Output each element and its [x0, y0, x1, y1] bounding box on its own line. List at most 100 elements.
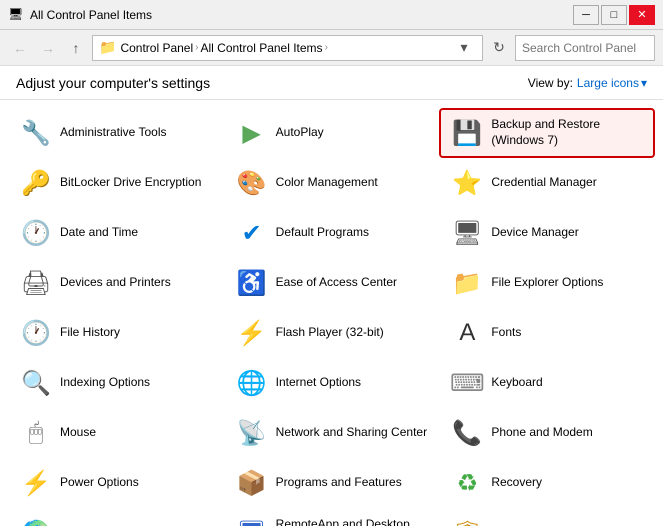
mouse-icon: 🖱: [20, 417, 52, 449]
view-by-value[interactable]: Large icons ▾: [577, 76, 647, 90]
control-item-file-history[interactable]: 🕐File History: [8, 308, 224, 358]
network-sharing-label: Network and Sharing Center: [276, 425, 427, 441]
date-time-label: Date and Time: [60, 225, 138, 241]
control-item-security-maintenance[interactable]: 🛡Security and Maintenance: [439, 508, 655, 526]
control-item-fonts[interactable]: A Fonts: [439, 308, 655, 358]
control-item-bitlocker[interactable]: 🔑BitLocker Drive Encryption: [8, 158, 224, 208]
control-item-credential-manager[interactable]: ⭐Credential Manager: [439, 158, 655, 208]
device-manager-icon: 🖥: [451, 217, 483, 249]
default-programs-label: Default Programs: [276, 225, 369, 241]
backup-restore-icon: 💾: [451, 117, 483, 149]
flash-player-icon: ⚡: [236, 317, 268, 349]
device-manager-label: Device Manager: [491, 225, 578, 241]
control-item-indexing-options[interactable]: 🔍Indexing Options: [8, 358, 224, 408]
header-bar: Adjust your computer's settings View by:…: [0, 66, 663, 100]
back-button[interactable]: ←: [8, 36, 32, 60]
keyboard-icon: ⌨: [451, 367, 483, 399]
phone-modem-label: Phone and Modem: [491, 425, 592, 441]
autoplay-icon: ▶: [236, 117, 268, 149]
fonts-icon: A: [451, 317, 483, 349]
breadcrumb-item-all-control-panel[interactable]: All Control Panel Items: [201, 41, 323, 55]
control-item-backup-restore[interactable]: 💾 Backup and Restore (Windows 7): [439, 108, 655, 158]
power-options-icon: ⚡: [20, 467, 52, 499]
folder-icon: 📁: [99, 39, 116, 56]
control-item-file-explorer-options[interactable]: 📁 File Explorer Options: [439, 258, 655, 308]
autoplay-label: AutoPlay: [276, 125, 324, 141]
refresh-button[interactable]: ↻: [487, 36, 511, 60]
control-item-internet-options[interactable]: 🌐 Internet Options: [224, 358, 440, 408]
page-title: Adjust your computer's settings: [16, 75, 210, 91]
window-title: All Control Panel Items: [30, 8, 152, 22]
programs-features-icon: 📦: [236, 467, 268, 499]
breadcrumb-sep-1: ›: [195, 42, 198, 53]
control-item-remoteapp[interactable]: 🖥 RemoteApp and Desktop Connections: [224, 508, 440, 526]
bitlocker-label: BitLocker Drive Encryption: [60, 175, 201, 191]
control-item-recovery[interactable]: ♻Recovery: [439, 458, 655, 508]
keyboard-label: Keyboard: [491, 375, 542, 391]
administrative-tools-label: Administrative Tools: [60, 125, 167, 141]
fonts-label: Fonts: [491, 325, 521, 341]
maximize-button[interactable]: □: [601, 5, 627, 25]
backup-restore-label: Backup and Restore (Windows 7): [491, 117, 600, 148]
programs-features-label: Programs and Features: [276, 475, 402, 491]
default-programs-icon: ✔: [236, 217, 268, 249]
date-time-icon: 🕐: [20, 217, 52, 249]
remoteapp-icon: 🖥: [236, 517, 268, 526]
remoteapp-label: RemoteApp and Desktop Connections: [276, 517, 428, 526]
control-item-programs-features[interactable]: 📦 Programs and Features: [224, 458, 440, 508]
phone-modem-icon: 📞: [451, 417, 483, 449]
control-item-phone-modem[interactable]: 📞 Phone and Modem: [439, 408, 655, 458]
address-bar[interactable]: 📁 Control Panel › All Control Panel Item…: [92, 35, 483, 61]
control-item-devices-printers[interactable]: 🖨 Devices and Printers: [8, 258, 224, 308]
control-item-region[interactable]: 🌍Region: [8, 508, 224, 526]
search-box[interactable]: 🔍: [515, 35, 655, 61]
control-panel-grid: 🔧 Administrative Tools ▶ AutoPlay 💾 Backup an…: [0, 100, 663, 526]
internet-options-label: Internet Options: [276, 375, 361, 391]
close-button[interactable]: ✕: [629, 5, 655, 25]
breadcrumb: Control Panel › All Control Panel Items …: [120, 41, 327, 55]
devices-printers-label: Devices and Printers: [60, 275, 171, 291]
view-by-label: View by:: [528, 76, 573, 90]
control-item-keyboard[interactable]: ⌨ Keyboard: [439, 358, 655, 408]
control-item-flash-player[interactable]: ⚡Flash Player (32-bit): [224, 308, 440, 358]
main-panel: 🔧 Administrative Tools ▶ AutoPlay 💾 Backup an…: [0, 100, 663, 526]
administrative-tools-icon: 🔧: [20, 117, 52, 149]
breadcrumb-sep-2: ›: [325, 42, 328, 53]
control-item-color-management[interactable]: 🎨 Color Management: [224, 158, 440, 208]
region-icon: 🌍: [20, 517, 52, 526]
network-sharing-icon: 📡: [236, 417, 268, 449]
control-item-default-programs[interactable]: ✔ Default Programs: [224, 208, 440, 258]
recovery-label: Recovery: [491, 475, 542, 491]
control-item-network-sharing[interactable]: 📡 Network and Sharing Center: [224, 408, 440, 458]
address-dropdown-button[interactable]: ▾: [452, 36, 476, 60]
up-button[interactable]: ↑: [64, 36, 88, 60]
control-item-device-manager[interactable]: 🖥 Device Manager: [439, 208, 655, 258]
search-input[interactable]: [522, 41, 663, 55]
breadcrumb-item-control-panel[interactable]: Control Panel: [120, 41, 193, 55]
devices-printers-icon: 🖨: [20, 267, 52, 299]
ease-access-label: Ease of Access Center: [276, 275, 397, 291]
control-item-mouse[interactable]: 🖱 Mouse: [8, 408, 224, 458]
indexing-options-icon: 🔍: [20, 367, 52, 399]
title-bar: 🖥 All Control Panel Items ─ □ ✕: [0, 0, 663, 30]
control-item-administrative-tools[interactable]: 🔧 Administrative Tools: [8, 108, 224, 158]
mouse-label: Mouse: [60, 425, 96, 441]
control-item-autoplay[interactable]: ▶ AutoPlay: [224, 108, 440, 158]
file-explorer-options-label: File Explorer Options: [491, 275, 603, 291]
title-bar-left: 🖥 All Control Panel Items: [8, 7, 152, 23]
control-item-date-time[interactable]: 🕐 Date and Time: [8, 208, 224, 258]
control-item-power-options[interactable]: ⚡Power Options: [8, 458, 224, 508]
file-explorer-options-icon: 📁: [451, 267, 483, 299]
security-maintenance-icon: 🛡: [451, 517, 483, 526]
color-management-icon: 🎨: [236, 167, 268, 199]
color-management-label: Color Management: [276, 175, 378, 191]
forward-button[interactable]: →: [36, 36, 60, 60]
window-controls: ─ □ ✕: [573, 5, 655, 25]
chevron-down-icon: ▾: [641, 76, 647, 90]
content-area: 🔧 Administrative Tools ▶ AutoPlay 💾 Backup an…: [0, 100, 663, 526]
file-history-icon: 🕐: [20, 317, 52, 349]
minimize-button[interactable]: ─: [573, 5, 599, 25]
internet-options-icon: 🌐: [236, 367, 268, 399]
credential-manager-label: Credential Manager: [491, 175, 596, 191]
control-item-ease-access[interactable]: ♿Ease of Access Center: [224, 258, 440, 308]
